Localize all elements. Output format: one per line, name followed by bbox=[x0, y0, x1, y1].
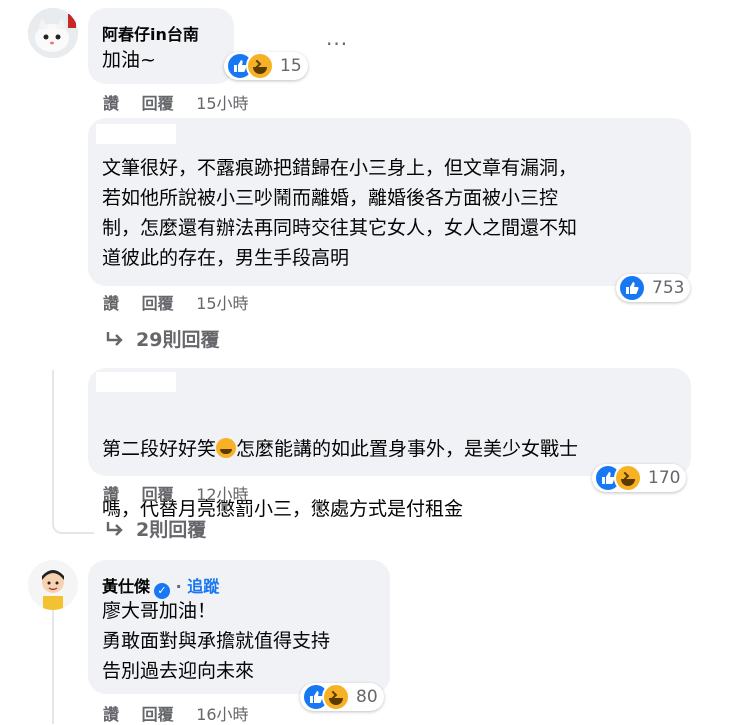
comment-text: 加油~ bbox=[102, 49, 156, 71]
like-button[interactable]: 讚 bbox=[103, 485, 119, 504]
comment-bubble: 黃仕傑 ✓ · 追蹤 廖大哥加油！ 勇敢面對與承擔就值得支持 告別過去迎向未來 bbox=[88, 560, 390, 694]
avatar[interactable] bbox=[28, 560, 78, 610]
comment-bubble: 阿春仔in台南 加油~ bbox=[88, 8, 234, 84]
avatar[interactable] bbox=[28, 8, 78, 58]
reply-arrow-icon bbox=[106, 331, 123, 346]
reply-button[interactable]: 回覆 bbox=[142, 294, 174, 313]
timestamp[interactable]: 12小時 bbox=[196, 485, 248, 504]
comment-author[interactable]: 黃仕傑 bbox=[102, 577, 150, 596]
timestamp[interactable]: 15小時 bbox=[196, 94, 248, 113]
reply-button[interactable]: 回覆 bbox=[142, 705, 174, 724]
like-button[interactable]: 讚 bbox=[103, 705, 119, 724]
reaction-count: 170 bbox=[648, 468, 681, 488]
comment-actions: 讚 回覆 12小時 bbox=[103, 481, 266, 505]
comment-text: 文筆很好，不露痕跡把錯歸在小三身上，但文章有漏洞， 若如他所說被小三吵鬧而離婚，… bbox=[102, 157, 578, 269]
haha-icon bbox=[614, 464, 642, 492]
replies-count: 2則回覆 bbox=[136, 519, 207, 541]
timestamp[interactable]: 16小時 bbox=[196, 705, 248, 724]
laughing-emoji-icon bbox=[216, 438, 237, 458]
like-button[interactable]: 讚 bbox=[103, 294, 119, 313]
reaction-summary[interactable]: 753 bbox=[616, 274, 691, 302]
timestamp[interactable]: 15小時 bbox=[196, 294, 248, 313]
reaction-count: 753 bbox=[652, 278, 685, 298]
comment-author[interactable]: 阿春仔in台南 bbox=[102, 21, 199, 45]
replies-count: 29則回覆 bbox=[136, 329, 220, 351]
comment-text: 第二段好好笑 怎麼能講的如此置身事外，是美少女戰士 嗎，代替月亮懲罰小三，懲處方式… bbox=[102, 404, 578, 524]
view-replies-link[interactable]: 29則回覆 bbox=[106, 325, 219, 352]
like-icon bbox=[618, 274, 646, 302]
reaction-summary[interactable]: 170 bbox=[592, 464, 687, 492]
comment-actions: 讚 回覆 16小時 bbox=[103, 701, 266, 725]
cat-avatar-icon bbox=[28, 8, 78, 58]
haha-icon bbox=[246, 52, 274, 80]
reply-button[interactable]: 回覆 bbox=[142, 94, 174, 113]
like-button[interactable]: 讚 bbox=[103, 94, 119, 113]
view-replies-link[interactable]: 2則回覆 bbox=[106, 515, 206, 542]
follow-button[interactable]: 追蹤 bbox=[187, 577, 219, 596]
more-options-icon[interactable]: ··· bbox=[326, 32, 348, 56]
reaction-summary[interactable]: 80 bbox=[300, 683, 384, 711]
thread-line bbox=[52, 600, 54, 724]
reaction-count: 80 bbox=[356, 687, 378, 707]
comment-actions: 讚 回覆 15小時 bbox=[103, 290, 266, 314]
comment-text-part: 怎麼能講的如此置身事外，是美少女戰士 bbox=[236, 438, 579, 460]
comment-text: 廖大哥加油！ 勇敢面對與承擔就值得支持 告別過去迎向未來 bbox=[102, 600, 331, 682]
reaction-count: 15 bbox=[280, 56, 302, 76]
cartoon-avatar-icon bbox=[28, 560, 78, 610]
comment-bubble: 文筆很好，不露痕跡把錯歸在小三身上，但文章有漏洞， 若如他所說被小三吵鬧而離婚，… bbox=[88, 118, 691, 286]
comment-bubble: 第二段好好笑 怎麼能講的如此置身事外，是美少女戰士 嗎，代替月亮懲罰小三，懲處方式… bbox=[88, 368, 691, 520]
haha-icon bbox=[322, 683, 350, 711]
reply-button[interactable]: 回覆 bbox=[142, 485, 174, 504]
author-redacted bbox=[96, 372, 176, 392]
reply-arrow-icon bbox=[106, 521, 123, 536]
comment-actions: 讚 回覆 15小時 bbox=[103, 90, 266, 114]
comment-text-part: 第二段好好笑 bbox=[102, 438, 217, 460]
author-redacted bbox=[96, 124, 176, 144]
reaction-summary[interactable]: 15 bbox=[224, 52, 308, 80]
